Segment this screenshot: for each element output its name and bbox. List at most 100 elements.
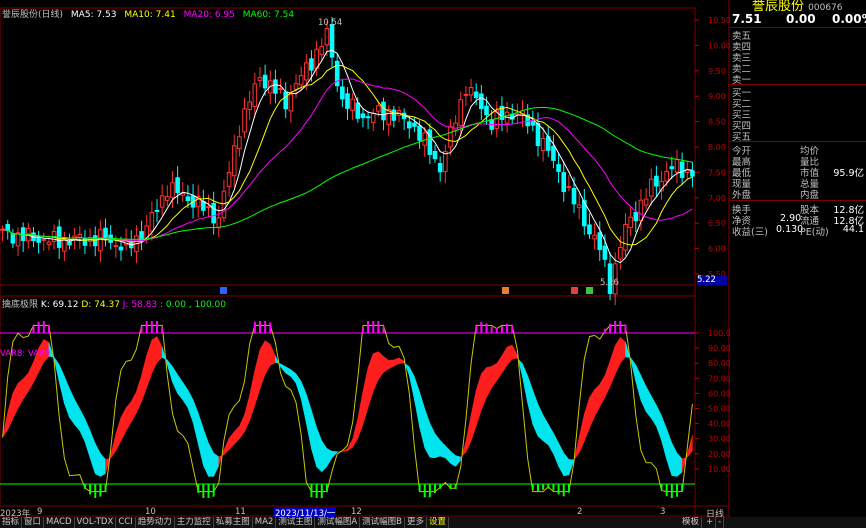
kdj-band [414,376,420,428]
candle-body [427,129,433,155]
candle-body [350,98,355,111]
kdj-band [172,365,178,394]
candle-body [185,196,191,202]
candle-body [556,164,561,172]
kdj-band [367,353,374,408]
kdj-tick-label: 10.00 [708,465,731,474]
buy-level-3: 买三 [732,110,752,121]
candle-body [77,233,83,238]
price-tick-label: 8.00 [708,143,726,152]
price-tick-label: 10.50 [708,16,731,25]
kdj-band [429,423,436,459]
kdj-band [311,410,317,467]
kdj-band [465,415,472,453]
candle-body [165,196,170,201]
kdj-band [12,383,19,419]
current-price-tag: 5.22 [697,275,727,285]
candle-body [221,190,227,219]
tab-vol-tdx[interactable]: VOL-TDX [75,517,117,528]
candle-body [479,93,484,110]
candle-body [453,122,458,131]
candle-body [201,200,206,211]
kdj-tick-label: 70.00 [708,374,731,383]
low-annotation: 5.26 [600,278,619,288]
sell-level-3: 卖三 [732,53,752,64]
candle-body [262,74,268,89]
tab-settings[interactable]: 设置 [427,517,450,528]
candle-body [458,99,464,127]
high-annotation: 10.54 [318,18,343,28]
candle-body [638,199,644,222]
kdj-band [522,363,528,404]
price-tick-label: 10.00 [708,41,731,50]
tab-macd[interactable]: MACD [44,517,75,528]
kdj-band [270,344,276,366]
kdj-band [192,399,199,444]
event-marker-icon[interactable] [220,287,227,294]
candle-body [103,227,108,240]
kdj-band [58,364,65,404]
template-button[interactable]: 模板 [680,517,703,528]
kdj-band [213,452,220,477]
tab-cci[interactable]: CCI [116,517,136,528]
tab-test-main[interactable]: 测试主图 [276,517,316,528]
event-marker-icon[interactable] [502,287,509,294]
candle-body [226,172,232,187]
candle-body [412,122,417,127]
kdj-band [306,393,312,450]
tab-ma2[interactable]: MA2 [253,517,277,528]
kdj-band [542,414,549,446]
kdj-band [409,366,415,400]
kdj-band [594,383,601,417]
kdj-band [589,388,595,429]
kdj-band [64,376,70,418]
event-marker-icon[interactable] [571,287,578,294]
candle-body [628,216,633,229]
kdj-band [208,442,214,477]
ma-60-line [2,106,693,240]
candle-body [664,170,669,182]
kdj-band [599,374,606,407]
tab-private-main[interactable]: 私募主图 [214,517,253,528]
price-tick-label: 9.50 [708,67,726,76]
kdj-tick-label: 40.00 [708,420,731,429]
tab-indicator[interactable]: 指标 [0,517,23,528]
candle-body [159,195,165,208]
kdj-band [316,427,323,473]
tab-test-sub-b[interactable]: 测试幅图B [360,517,405,528]
kdj-band [233,425,240,445]
date-label: 9 [37,507,43,517]
candle-body [314,48,319,69]
kdj-band [470,389,477,442]
kdj-tick-label: 30.00 [708,435,731,444]
tab-more[interactable]: 更多 [405,517,428,528]
tab-test-sub-a[interactable]: 测试幅图A [315,517,361,528]
candle-body [618,246,623,260]
candle-body [216,217,222,229]
date-label: 10 [145,507,156,517]
kdj-band [501,346,508,374]
candle-body [365,116,371,119]
kdj-band [203,428,209,477]
kdj-band [650,395,657,428]
candle-body [41,238,47,241]
candle-body [170,182,175,198]
zoom-out-button[interactable]: - [716,517,725,528]
candle-body [324,28,330,46]
candle-body [587,224,592,235]
kdj-band [228,430,235,451]
kdj-band [445,445,451,464]
event-marker-icon[interactable] [586,287,593,294]
kdj-band [661,415,667,460]
tab-trend-power[interactable]: 趋势动力 [136,517,175,528]
candle-body [309,58,314,71]
tab-main-monitor[interactable]: 主力监控 [175,517,214,528]
candle-body [602,245,608,260]
kdj-band [614,336,621,375]
zoom-in-button[interactable]: + [704,517,717,528]
var-legend: VAR8: VAR9 [0,349,51,359]
candle-body [443,151,448,173]
stat-row: 今开 均价 [732,146,820,157]
tab-window[interactable]: 窗口 [22,517,45,528]
candle-body [484,105,489,116]
